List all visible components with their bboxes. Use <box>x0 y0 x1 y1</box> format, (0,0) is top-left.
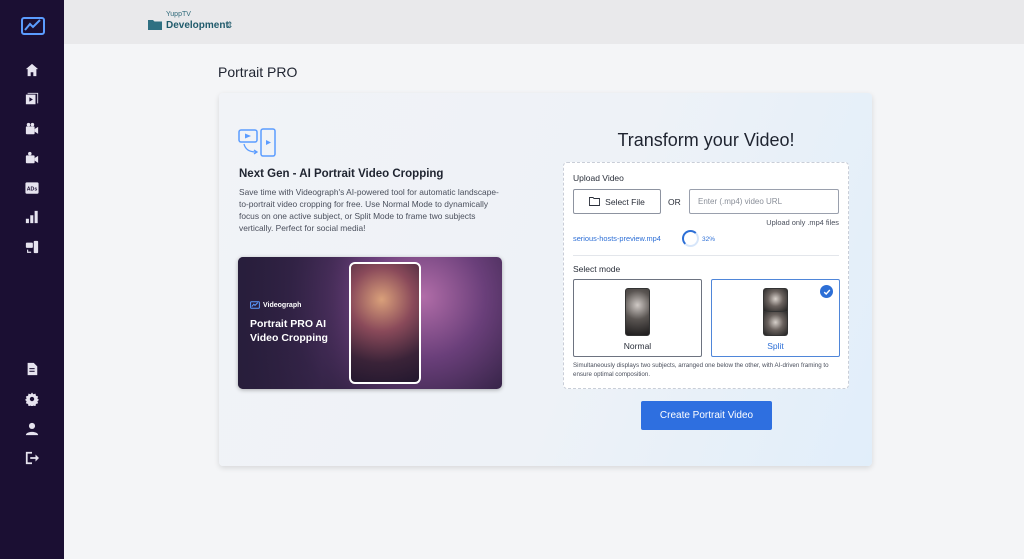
or-separator: OR <box>668 197 681 207</box>
document-icon[interactable] <box>24 361 40 377</box>
folder-icon <box>148 17 162 30</box>
upload-hint: Upload only .mp4 files <box>766 218 839 227</box>
split-mode-preview-bottom <box>763 312 788 336</box>
videograph-logo-icon[interactable] <box>21 16 45 36</box>
select-file-button[interactable]: Select File <box>573 189 661 214</box>
analytics-icon[interactable] <box>24 209 40 225</box>
videograph-logo-icon <box>250 301 260 309</box>
mode-label-split: Split <box>767 341 784 351</box>
promo-title: Portrait PRO AI Video Cropping <box>250 318 328 344</box>
portrait-crop-icon <box>238 128 278 158</box>
upload-progress-spinner <box>682 230 699 247</box>
svg-text:ADs: ADs <box>27 187 38 193</box>
sidebar: ADs <box>0 0 64 559</box>
uploaded-file-link[interactable]: serious-hosts-preview.mp4 <box>573 234 661 243</box>
mode-label-normal: Normal <box>623 341 652 351</box>
mode-option-split[interactable]: Split <box>711 279 840 357</box>
normal-mode-preview <box>625 288 650 336</box>
split-mode-preview-top <box>763 288 788 312</box>
live-camera-icon[interactable] <box>24 150 40 166</box>
promo-brand: Videograph <box>250 301 301 309</box>
workspace-name: Development <box>166 20 229 31</box>
portrait-pro-icon[interactable] <box>24 239 40 255</box>
promo-brand-name: Videograph <box>263 301 302 309</box>
folder-icon <box>589 197 601 206</box>
upload-progress-percent: 32% <box>702 236 716 243</box>
promo-image: Videograph Portrait PRO AI Video Croppin… <box>238 257 502 389</box>
feature-description: Save time with Videograph's AI-powered t… <box>239 187 499 233</box>
user-icon[interactable] <box>24 421 40 437</box>
select-mode-label: Select mode <box>573 264 621 274</box>
chevron-updown-icon: ⇕ <box>226 20 234 30</box>
workspace-org: YuppTV <box>166 11 191 18</box>
mode-description: Simultaneously displays two subjects, ar… <box>573 362 829 378</box>
logout-icon[interactable] <box>24 450 40 466</box>
create-portrait-video-button[interactable]: Create Portrait Video <box>641 401 772 430</box>
mode-option-normal[interactable]: Normal <box>573 279 702 357</box>
upload-video-label: Upload Video <box>573 173 624 183</box>
video-library-icon[interactable] <box>24 91 40 107</box>
settings-icon[interactable] <box>24 391 40 407</box>
select-file-label: Select File <box>605 196 645 207</box>
video-url-input[interactable] <box>689 189 839 214</box>
home-icon[interactable] <box>24 62 40 78</box>
feature-title: Next Gen - AI Portrait Video Cropping <box>239 168 444 180</box>
check-icon <box>820 285 833 298</box>
promo-phone-frame <box>349 262 421 384</box>
transform-title: Transform your Video! <box>617 130 795 150</box>
page-title: Portrait PRO <box>218 64 298 80</box>
camera-icon[interactable] <box>24 121 40 137</box>
ads-icon[interactable]: ADs <box>24 180 40 196</box>
divider <box>573 255 839 256</box>
